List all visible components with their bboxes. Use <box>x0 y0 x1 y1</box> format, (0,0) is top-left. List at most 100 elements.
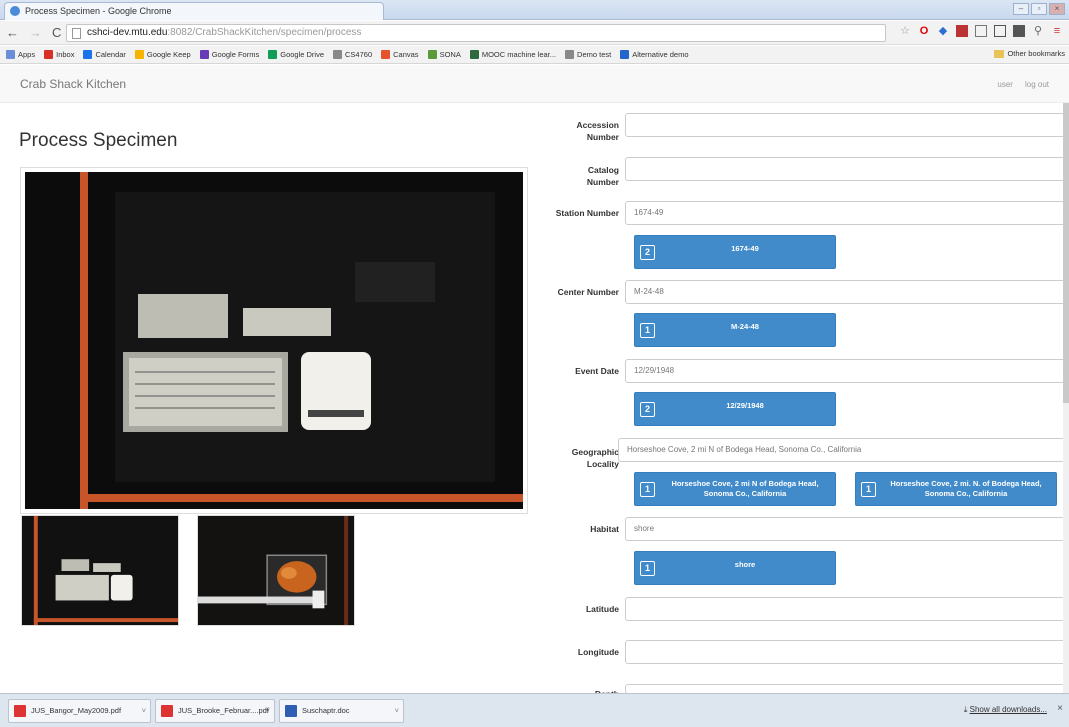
forward-arrow-icon[interactable]: → <box>29 25 42 40</box>
address-bar[interactable]: cshci-dev.mtu.edu:8082/CrabShackKitchen/… <box>66 24 886 42</box>
download-menu-caret-icon[interactable]: ˅ <box>142 700 146 722</box>
chat-icon[interactable] <box>1013 25 1025 37</box>
download-item-1[interactable]: JUS_Bangor_May2009.pdf ˅ <box>8 699 151 723</box>
bookmark-item[interactable]: Google Keep <box>134 50 191 59</box>
center-number-suggestion-button[interactable]: 1 M-24-48 <box>634 313 836 347</box>
diamond-icon[interactable]: ◆ <box>937 25 949 37</box>
bookmark-label: Apps <box>18 50 36 59</box>
catalog-number-label: Catalog Number <box>586 165 619 187</box>
download-item-3[interactable]: Suschaptr.doc ˅ <box>279 699 404 723</box>
event-date-input[interactable]: 12/29/1948 <box>625 359 1065 383</box>
station-number-input[interactable]: 1674-49 <box>625 201 1065 225</box>
browser-tab[interactable]: Process Specimen - Google Chrome <box>4 2 384 20</box>
bookmark-item[interactable]: Alternative demo <box>620 50 689 59</box>
bookmark-icon <box>199 50 209 59</box>
bookmark-icon <box>83 50 93 59</box>
catalog-number-input[interactable] <box>625 157 1065 181</box>
longitude-input[interactable] <box>625 640 1065 664</box>
suggestion-text: 12/29/1948 <box>726 401 764 410</box>
thumbnail-specimen-drawing <box>198 516 354 625</box>
close-downloads-icon[interactable]: × <box>1057 703 1063 714</box>
thumbnail-labels[interactable] <box>21 515 179 626</box>
match-count-badge: 1 <box>640 561 655 576</box>
maximize-icon[interactable]: ▫ <box>1031 3 1047 15</box>
bookmark-icon <box>469 50 479 59</box>
star-icon[interactable]: ☆ <box>899 25 911 37</box>
download-menu-caret-icon[interactable]: ˅ <box>395 700 399 722</box>
bookmark-item[interactable]: Google Forms <box>199 50 260 59</box>
suggestion-text: Horseshoe Cove, 2 mi. N. of Bodega Head,… <box>890 479 1042 498</box>
bookmark-item[interactable]: Demo test <box>565 50 611 59</box>
menu-icon[interactable]: ≡ <box>1051 25 1063 37</box>
event-date-suggestion-button[interactable]: 2 12/29/1948 <box>634 392 836 426</box>
bookmark-item[interactable]: Calendar <box>83 50 126 59</box>
match-count-badge: 1 <box>640 323 655 338</box>
bookmark-label: MOOC machine lear... <box>481 50 557 59</box>
pdf-icon <box>161 705 173 717</box>
habitat-suggestion-button[interactable]: 1 shore <box>634 551 836 585</box>
user-link[interactable]: user <box>997 80 1013 89</box>
accession-number-label: Accession Number <box>576 120 619 142</box>
omnibox-bar: ← → C cshci-dev.mtu.edu:8082/CrabShackKi… <box>0 21 1069 45</box>
back-arrow-icon[interactable]: ← <box>6 25 19 40</box>
event-date-label: Event Date <box>575 366 619 376</box>
locality-suggestion-button-1[interactable]: 1 Horseshoe Cove, 2 mi N of Bodega Head,… <box>634 472 836 506</box>
habitat-input[interactable]: shore <box>625 517 1065 541</box>
bookmark-icon <box>6 50 15 59</box>
opera-icon[interactable]: O <box>918 25 930 37</box>
bookmark-icon <box>44 50 54 59</box>
screen-icon[interactable] <box>994 25 1006 37</box>
station-number-suggestion-button[interactable]: 2 1674-49 <box>634 235 836 269</box>
download-arrow-icon: ⤓ <box>963 705 968 714</box>
habitat-label: Habitat <box>590 524 619 534</box>
download-menu-caret-icon[interactable]: ˅ <box>266 700 270 722</box>
show-all-downloads-label: Show all downloads... <box>969 705 1047 714</box>
center-number-label: Center Number <box>557 287 619 297</box>
close-icon[interactable]: × <box>1049 3 1065 15</box>
search-icon[interactable]: ⚲ <box>1032 25 1044 37</box>
bookmark-item[interactable]: MOOC machine lear... <box>469 50 557 59</box>
station-number-label: Station Number <box>555 208 619 218</box>
scrollbar-thumb[interactable] <box>1063 103 1069 403</box>
downloads-bar: JUS_Bangor_May2009.pdf ˅ JUS_Brooke_Febr… <box>0 693 1069 727</box>
bookmark-item[interactable]: SONA <box>427 50 461 59</box>
logout-link[interactable]: log out <box>1025 80 1049 89</box>
reload-icon[interactable]: C <box>52 25 61 40</box>
locality-suggestion-button-2[interactable]: 1 Horseshoe Cove, 2 mi. N. of Bodega Hea… <box>855 472 1057 506</box>
other-bookmarks[interactable]: Other bookmarks <box>994 49 1065 58</box>
thumbnail-specimen[interactable] <box>197 515 355 626</box>
url-path: :8082/CrabShackKitchen/specimen/process <box>167 27 362 38</box>
app-brand[interactable]: Crab Shack Kitchen <box>20 77 126 91</box>
extension-red-icon[interactable] <box>956 25 968 37</box>
geographic-locality-label: Geographic Locality <box>571 447 619 469</box>
accession-number-input[interactable] <box>625 113 1065 137</box>
bookmark-label: Google Keep <box>146 50 191 59</box>
download-item-2[interactable]: JUS_Brooke_Februar....pdf ˅ <box>155 699 275 723</box>
match-count-badge: 2 <box>640 402 655 417</box>
bookmark-item[interactable]: Canvas <box>381 50 419 59</box>
latitude-input[interactable] <box>625 597 1065 621</box>
bookmark-icon <box>268 50 278 59</box>
other-bookmarks-label: Other bookmarks <box>1007 49 1065 58</box>
bookmark-icon <box>381 50 391 59</box>
geographic-locality-input[interactable]: Horseshoe Cove, 2 mi N of Bodega Head, S… <box>618 438 1065 462</box>
bookmark-icon <box>620 50 630 59</box>
bookmarks-bar: Apps Inbox Calendar Google Keep Google Forms… <box>0 46 1069 64</box>
page-scrollbar[interactable] <box>1063 103 1069 693</box>
word-doc-icon <box>285 705 297 717</box>
bookmark-label: SONA <box>439 50 461 59</box>
minimize-icon[interactable]: – <box>1013 3 1029 15</box>
page-title: Process Specimen <box>19 130 178 151</box>
bookmark-item[interactable]: Apps <box>6 50 35 59</box>
cast-icon[interactable] <box>975 25 987 37</box>
bookmark-item[interactable]: CS4760 <box>333 50 372 59</box>
download-filename: JUS_Brooke_Februar....pdf <box>178 706 269 715</box>
nav-buttons: ← → C <box>6 25 61 40</box>
bookmark-item[interactable]: Inbox <box>44 50 74 59</box>
center-number-input[interactable]: M-24-48 <box>625 280 1065 304</box>
bookmark-item[interactable]: Google Drive <box>268 50 324 59</box>
bookmark-label: Google Forms <box>211 50 260 59</box>
download-filename: Suschaptr.doc <box>302 706 350 715</box>
show-all-downloads-link[interactable]: ⤓ Show all downloads... <box>964 705 1047 715</box>
download-filename: JUS_Bangor_May2009.pdf <box>31 706 122 715</box>
